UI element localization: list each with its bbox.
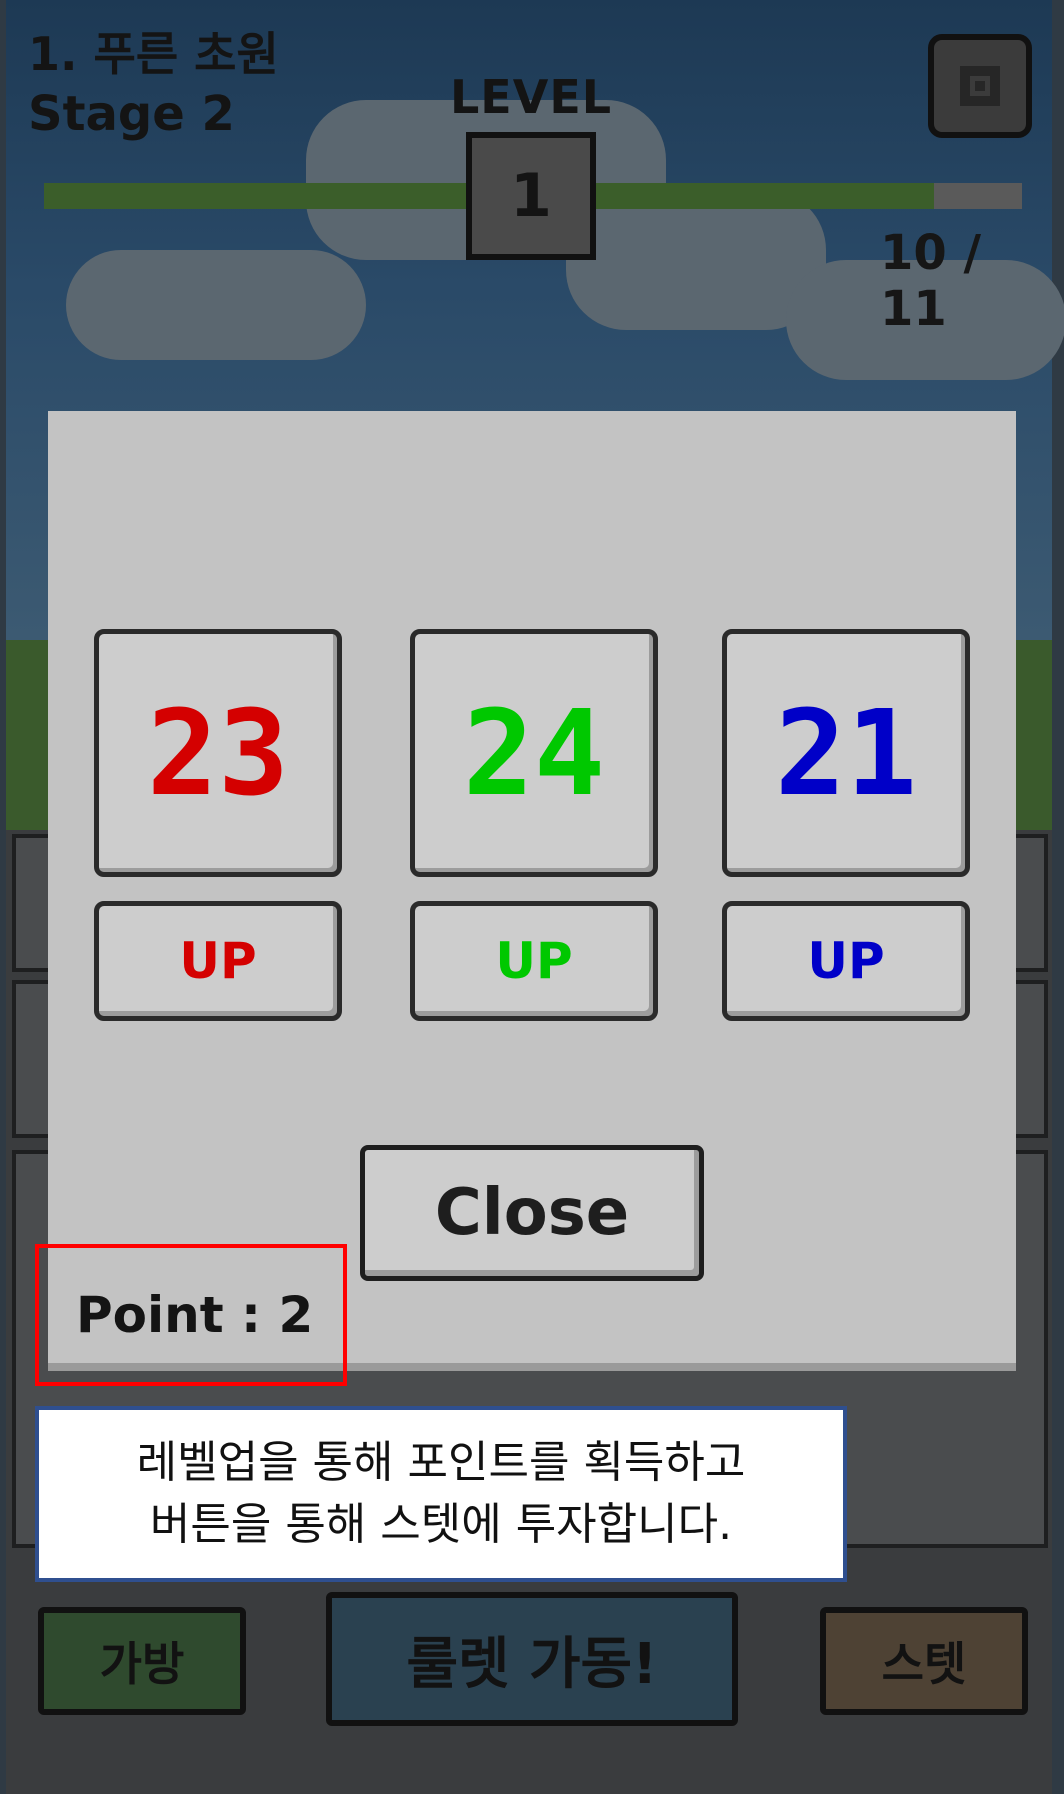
stat-value-red: 23 xyxy=(94,629,342,877)
up-button-green[interactable]: UP xyxy=(410,901,658,1021)
stat-value-green: 24 xyxy=(410,629,658,877)
annotation-caption: 레벨업을 통해 포인트를 획득하고 버튼을 통해 스텟에 투자합니다. xyxy=(35,1406,847,1582)
up-button-red[interactable]: UP xyxy=(94,901,342,1021)
roulette-button[interactable]: 룰렛 가동! xyxy=(326,1592,738,1726)
close-button[interactable]: Close xyxy=(360,1145,704,1281)
bag-button[interactable]: 가방 xyxy=(38,1607,246,1715)
level-value: 1 xyxy=(466,132,596,260)
caption-line-1: 레벨업을 통해 포인트를 획득하고 xyxy=(136,1437,746,1488)
settings-button[interactable] xyxy=(928,34,1032,138)
stage-name: 1. 푸른 초원 xyxy=(28,27,279,81)
up-button-blue[interactable]: UP xyxy=(722,901,970,1021)
caption-line-2: 버튼을 통해 스텟에 투자합니다. xyxy=(149,1499,733,1550)
level-label: LEVEL xyxy=(450,70,613,124)
stage-number: Stage 2 xyxy=(28,86,235,142)
point-highlight-box xyxy=(35,1244,347,1386)
stat-modal: 23 24 21 UP UP UP Close Point : 2 xyxy=(48,411,1016,1371)
xp-counter: 10 / 11 xyxy=(880,225,982,337)
stat-button[interactable]: 스텟 xyxy=(820,1607,1028,1715)
gear-icon xyxy=(960,66,1000,106)
stat-value-blue: 21 xyxy=(722,629,970,877)
